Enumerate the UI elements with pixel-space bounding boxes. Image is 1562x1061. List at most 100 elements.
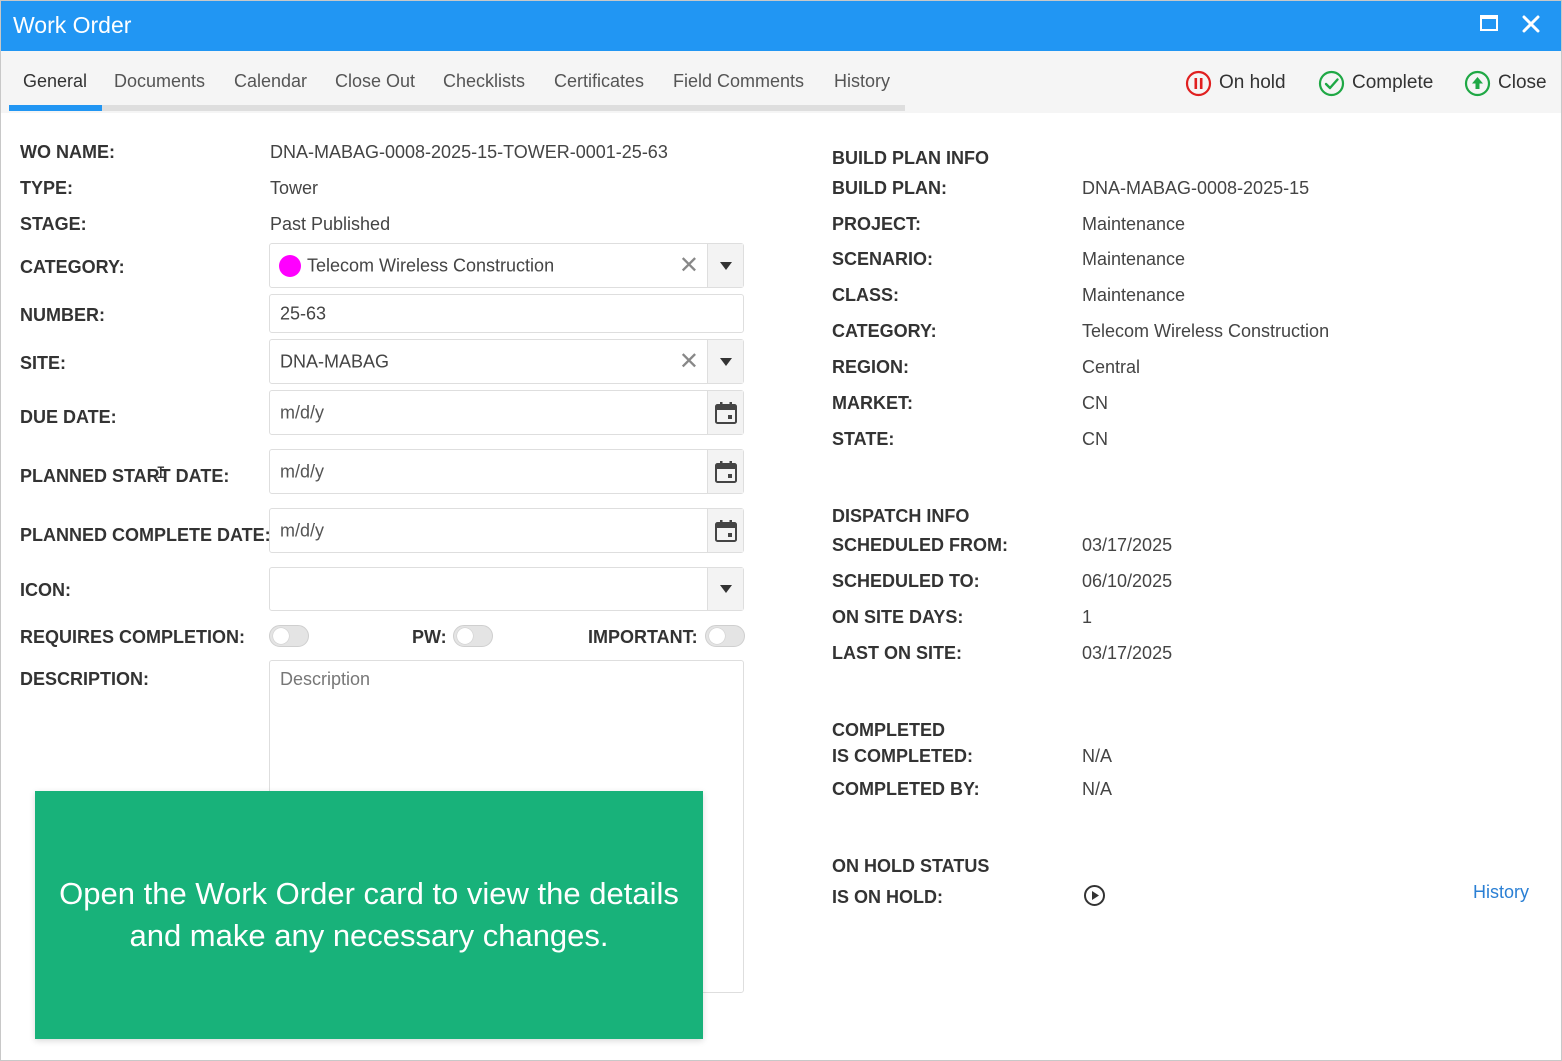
tab-checklists[interactable]: Checklists: [443, 71, 525, 92]
pw-label: PW:: [412, 627, 447, 647]
type-label: TYPE:: [20, 178, 74, 198]
chevron-down-icon: [719, 585, 732, 593]
market-value: CN: [1082, 393, 1108, 413]
chevron-down-icon: [719, 357, 732, 366]
site-label: SITE:: [20, 353, 67, 373]
icon-dropdown-button[interactable]: [707, 568, 743, 610]
category-select[interactable]: Telecom Wireless Construction ✕: [269, 243, 744, 288]
play-circle-icon[interactable]: [1083, 884, 1106, 912]
scenario-value: Maintenance: [1082, 249, 1186, 269]
market-label: MARKET:: [832, 393, 913, 413]
category-dropdown-button[interactable]: [707, 244, 743, 287]
calendar-icon: [714, 460, 737, 483]
planned-complete-date-input[interactable]: m/d/y: [269, 508, 744, 553]
project-value: Maintenance: [1082, 214, 1186, 234]
site-dropdown-button[interactable]: [707, 340, 743, 383]
wo-name-label: WO NAME:: [20, 142, 115, 162]
site-select-value: DNA-MABAG: [280, 351, 390, 371]
last-on-site-label: LAST ON SITE:: [832, 643, 962, 663]
upload-circle-icon: [1464, 70, 1491, 96]
category-clear-icon[interactable]: ✕: [679, 253, 699, 278]
tab-field-comments[interactable]: Field Comments: [673, 71, 804, 92]
stage-value: Past Published: [270, 214, 391, 234]
region-label: REGION:: [832, 357, 910, 377]
class-label: CLASS:: [832, 285, 899, 305]
completed-heading: COMPLETED: [832, 720, 946, 740]
on-hold-button[interactable]: On hold: [1185, 69, 1286, 97]
close-label: Close: [1498, 72, 1547, 93]
scheduled-to-value: 06/10/2025: [1082, 571, 1173, 591]
is-completed-value: N/A: [1082, 746, 1113, 766]
calendar-icon: [714, 401, 737, 424]
requires-completion-label: REQUIRES COMPLETION:: [20, 627, 246, 647]
scenario-label: SCENARIO:: [832, 249, 934, 269]
planned-complete-date-calendar-button[interactable]: [707, 509, 743, 552]
complete-button[interactable]: Complete: [1318, 69, 1433, 97]
scheduled-from-value: 03/17/2025: [1082, 535, 1173, 555]
site-select[interactable]: DNA-MABAG ✕: [269, 339, 744, 384]
text-cursor-icon: I: [156, 463, 166, 482]
planned-start-date-label: PLANNED START DATE:: [20, 466, 230, 486]
important-toggle[interactable]: [705, 625, 745, 647]
state-label: STATE:: [832, 429, 895, 449]
type-value: Tower: [270, 178, 319, 198]
project-label: PROJECT:: [832, 214, 922, 234]
site-clear-icon[interactable]: ✕: [679, 349, 699, 374]
important-label: IMPORTANT:: [588, 627, 698, 647]
on-site-days-label: ON SITE DAYS:: [832, 607, 964, 627]
chevron-down-icon: [719, 261, 732, 270]
planned-start-date-placeholder: m/d/y: [280, 461, 325, 481]
description-placeholder: Description: [280, 669, 371, 689]
number-input[interactable]: 25-63: [269, 294, 744, 333]
state-value: CN: [1082, 429, 1108, 449]
number-label: NUMBER:: [20, 305, 105, 325]
tab-calendar[interactable]: Calendar: [234, 71, 307, 92]
wo-name-value: DNA-MABAG-0008-2025-15-TOWER-0001-25-63: [270, 142, 668, 162]
planned-complete-date-placeholder: m/d/y: [280, 520, 325, 540]
icon-select[interactable]: [269, 567, 744, 611]
category-color-dot: [279, 254, 301, 277]
bp-category-label: CATEGORY:: [832, 321, 937, 341]
number-input-value: 25-63: [280, 303, 327, 323]
work-order-dialog: Work Order General Documents Calendar Cl…: [0, 0, 1562, 1061]
completed-by-label: COMPLETED BY:: [832, 779, 980, 799]
calendar-icon: [714, 519, 737, 542]
planned-start-date-input[interactable]: m/d/y: [269, 449, 744, 494]
tab-close-out[interactable]: Close Out: [335, 71, 415, 92]
dispatch-info-heading: DISPATCH INFO: [832, 506, 970, 526]
pw-toggle[interactable]: [453, 625, 493, 647]
tabs-track: [9, 105, 905, 111]
region-value: Central: [1082, 357, 1141, 377]
build-plan-label: BUILD PLAN:: [832, 178, 947, 198]
on-site-days-value: 1: [1082, 607, 1093, 627]
instruction-text: Open the Work Order card to view the det…: [59, 876, 679, 953]
tab-certificates[interactable]: Certificates: [554, 71, 644, 92]
tab-history[interactable]: History: [834, 71, 890, 92]
tab-documents[interactable]: Documents: [114, 71, 205, 92]
due-date-input[interactable]: m/d/y: [269, 390, 744, 435]
scheduled-from-label: SCHEDULED FROM:: [832, 535, 1008, 555]
window-title: Work Order: [13, 12, 132, 38]
on-hold-status-heading: ON HOLD STATUS: [832, 856, 990, 876]
build-plan-value: DNA-MABAG-0008-2025-15: [1082, 178, 1310, 198]
scheduled-to-label: SCHEDULED TO:: [832, 571, 980, 591]
title-bar: Work Order: [1, 1, 1561, 51]
requires-completion-toggle[interactable]: [269, 625, 309, 647]
instruction-callout: Open the Work Order card to view the det…: [35, 791, 703, 1039]
complete-label: Complete: [1352, 72, 1434, 93]
description-label: DESCRIPTION:: [20, 669, 150, 689]
build-plan-info-heading: BUILD PLAN INFO: [832, 148, 989, 168]
close-icon[interactable]: [1520, 13, 1546, 39]
planned-start-date-calendar-button[interactable]: [707, 450, 743, 493]
planned-complete-date-label: PLANNED COMPLETE DATE:: [20, 525, 271, 545]
maximize-icon[interactable]: [1479, 13, 1505, 39]
icon-label: ICON:: [20, 580, 71, 600]
close-button[interactable]: Close: [1464, 69, 1547, 97]
stage-label: STAGE:: [20, 214, 87, 234]
last-on-site-value: 03/17/2025: [1082, 643, 1173, 663]
due-date-calendar-button[interactable]: [707, 391, 743, 434]
completed-by-value: N/A: [1082, 779, 1113, 799]
tab-general[interactable]: General: [23, 71, 87, 92]
on-hold-history-link[interactable]: History: [1473, 882, 1529, 903]
on-hold-label: On hold: [1219, 72, 1286, 93]
